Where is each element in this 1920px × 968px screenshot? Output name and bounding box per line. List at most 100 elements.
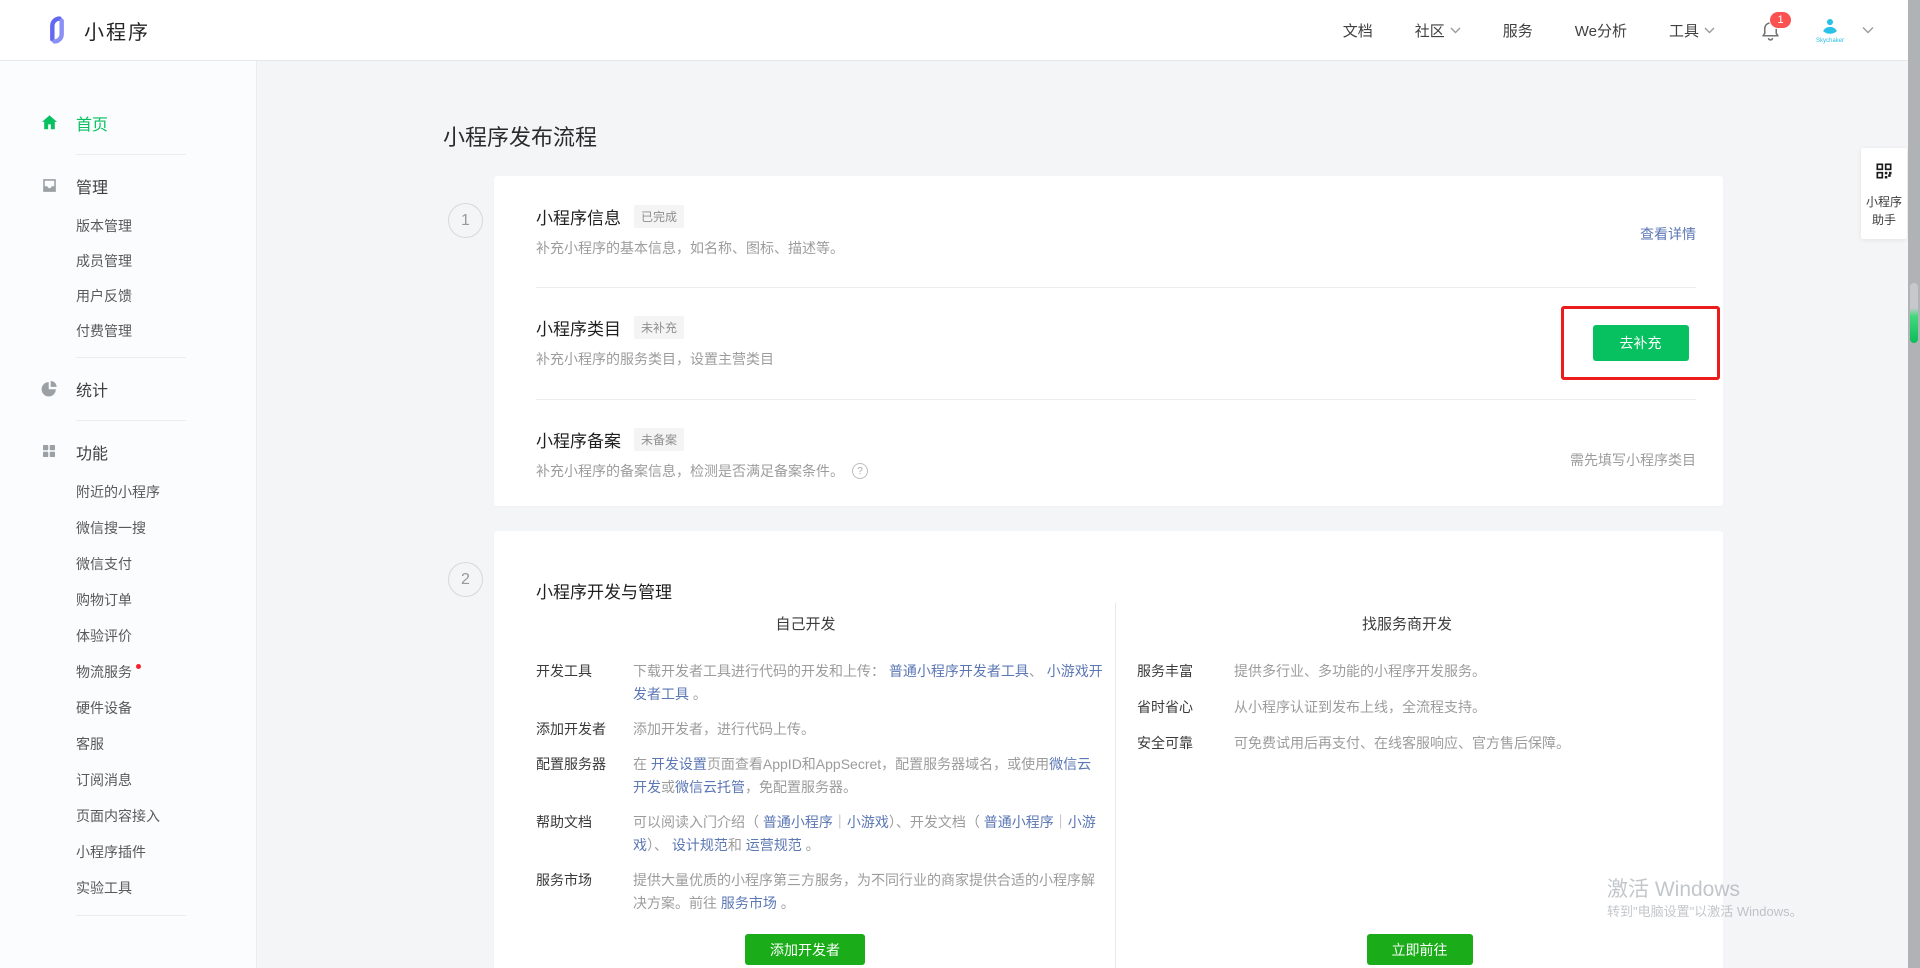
service-row-1: 省时省心从小程序认证到发布上线，全流程支持。 — [1137, 696, 1723, 719]
helper-label-line1: 小程序 — [1861, 193, 1907, 211]
sidebar-item-version-mgmt[interactable]: 版本管理 — [0, 208, 256, 243]
sidebar-item-mini-program-plugins[interactable]: 小程序插件 — [0, 834, 256, 870]
sidebar-item-experiment-tools[interactable]: 实验工具 — [0, 870, 256, 906]
account-name: Skychaker — [1816, 38, 1844, 45]
inline-link[interactable]: 微信云托管 — [675, 779, 745, 795]
service-row-label: 省时省心 — [1137, 696, 1234, 719]
nav-item-docs[interactable]: 文档 — [1343, 20, 1373, 41]
sidebar-item-shopping-orders[interactable]: 购物订单 — [0, 582, 256, 618]
inline-link[interactable]: 普通小程序 — [984, 814, 1054, 830]
sidebar-section-stats[interactable]: 统计 — [0, 367, 256, 411]
sidebar-section-label: 功能 — [76, 440, 108, 464]
sidebar-item-wechat-search[interactable]: 微信搜一搜 — [0, 510, 256, 546]
sidebar-item-user-feedback[interactable]: 用户反馈 — [0, 278, 256, 313]
mini-program-helper-widget[interactable]: 小程序 助手 — [1861, 148, 1907, 239]
go-now-button[interactable]: 立即前往 — [1367, 934, 1473, 965]
self-develop-footer: 添加开发者 — [494, 934, 1116, 965]
sidebar-list-features: 附近的小程序微信搜一搜微信支付购物订单体验评价物流服务硬件设备客服订阅消息页面内… — [0, 474, 256, 906]
add-developer-button[interactable]: 添加开发者 — [745, 934, 865, 965]
dev-row-3: 帮助文档可以阅读入门介绍（ 普通小程序｜小游戏）、开发文档（ 普通小程序｜小游戏… — [536, 811, 1115, 857]
step1-row-title: 小程序信息 — [536, 204, 621, 229]
nav-item-service[interactable]: 服务 — [1503, 20, 1533, 41]
inline-link[interactable]: 普通小程序开发者工具 — [889, 663, 1029, 679]
dev-manage-card: 小程序开发与管理 自己开发 开发工具下载开发者工具进行代码的开发和上传： 普通小… — [494, 531, 1723, 968]
sidebar-item-label: 页面内容接入 — [76, 806, 160, 826]
avatar: Skychaker — [1814, 16, 1846, 45]
dev-row-label: 帮助文档 — [536, 811, 633, 857]
logo[interactable]: 小程序 — [40, 13, 150, 47]
sidebar-section-manage[interactable]: 管理 — [0, 164, 256, 208]
step1-row-head: 小程序备案未备案 — [536, 427, 684, 452]
nav-item-we-analytics[interactable]: We分析 — [1575, 20, 1627, 41]
desc-text: 补充小程序的服务类目，设置主营类目 — [536, 349, 774, 369]
sidebar-item-customer-service[interactable]: 客服 — [0, 726, 256, 762]
status-badge: 已完成 — [634, 205, 684, 228]
sidebar-item-label: 客服 — [76, 734, 104, 754]
helper-label-line2: 助手 — [1861, 211, 1907, 229]
sidebar-item-member-mgmt[interactable]: 成员管理 — [0, 243, 256, 278]
sidebar-item-label: 用户反馈 — [76, 286, 132, 306]
help-icon[interactable]: ? — [852, 463, 868, 479]
top-header: 小程序 文档 社区 服务 We分析 工具 1 Skychaker — [0, 0, 1920, 61]
inline-link[interactable]: 普通小程序 — [763, 814, 833, 830]
sidebar-item-subscribe-messages[interactable]: 订阅消息 — [0, 762, 256, 798]
service-row-label: 服务丰富 — [1137, 660, 1234, 683]
inline-link[interactable]: 运营规范 — [746, 837, 802, 853]
notification-bell-button[interactable]: 1 — [1759, 19, 1782, 42]
step1-row-desc: 补充小程序的备案信息，检测是否满足备案条件。? — [536, 461, 868, 481]
sidebar-item-nearby-mini-programs[interactable]: 附近的小程序 — [0, 474, 256, 510]
scrollbar-thumb[interactable] — [1910, 283, 1918, 343]
divider — [76, 357, 186, 358]
prerequisite-note: 需先填写小程序类目 — [1570, 450, 1696, 470]
sidebar-item-label: 购物订单 — [76, 590, 132, 610]
sidebar-item-experience-review[interactable]: 体验评价 — [0, 618, 256, 654]
divider — [76, 915, 186, 916]
sidebar-item-page-content-access[interactable]: 页面内容接入 — [0, 798, 256, 834]
dev-row-2: 配置服务器在 开发设置页面查看AppID和AppSecret，配置服务器域名，或… — [536, 753, 1115, 799]
publish-steps-card: 小程序信息已完成补充小程序的基本信息，如名称、图标、描述等。查看详情小程序类目未… — [494, 176, 1723, 506]
divider — [536, 399, 1696, 400]
nav-item-community[interactable]: 社区 — [1415, 20, 1461, 41]
inline-link[interactable]: 设计规范 — [672, 837, 728, 853]
dev-row-content: 下载开发者工具进行代码的开发和上传： 普通小程序开发者工具、 小游戏开发者工具 … — [633, 660, 1103, 706]
sidebar-item-label: 物流服务 — [76, 662, 132, 682]
pie-chart-icon — [40, 379, 60, 399]
scrollbar-track[interactable] — [1908, 0, 1920, 968]
inline-link[interactable]: 服务市场 — [721, 895, 777, 911]
home-icon — [40, 113, 60, 133]
view-details-link[interactable]: 查看详情 — [1640, 224, 1696, 244]
divider — [536, 287, 1696, 288]
dev-row-content: 提供大量优质的小程序第三方服务，为不同行业的商家提供合适的小程序解决方案。前往 … — [633, 869, 1103, 915]
sidebar-item-wechat-pay[interactable]: 微信支付 — [0, 546, 256, 582]
service-row-content: 提供多行业、多功能的小程序开发服务。 — [1234, 660, 1664, 683]
sidebar-item-label: 订阅消息 — [76, 770, 132, 790]
highlight-red-box: 去补充 — [1561, 306, 1720, 380]
sidebar-section-features[interactable]: 功能 — [0, 430, 256, 474]
windows-activation-watermark-line2: 转到"电脑设置"以激活 Windows。 — [1607, 901, 1803, 920]
sidebar-item-payment-mgmt[interactable]: 付费管理 — [0, 313, 256, 348]
sidebar-item-logistics-service[interactable]: 物流服务 — [0, 654, 256, 690]
nav-item-tools[interactable]: 工具 — [1669, 20, 1715, 41]
dev-row-label: 添加开发者 — [536, 718, 633, 741]
nav-item-label: 工具 — [1669, 20, 1699, 41]
service-row-label: 安全可靠 — [1137, 732, 1234, 755]
sidebar-item-hardware-devices[interactable]: 硬件设备 — [0, 690, 256, 726]
inline-link[interactable]: 小游戏 — [847, 814, 889, 830]
inline-link[interactable]: 开发设置 — [651, 756, 707, 772]
inline-link[interactable]: 小游戏开发者工具 — [633, 663, 1103, 702]
account-menu[interactable]: Skychaker — [1814, 16, 1874, 45]
go-complete-button[interactable]: 去补充 — [1593, 325, 1689, 361]
step1-row-desc: 补充小程序的服务类目，设置主营类目 — [536, 349, 774, 369]
dev-row-content: 在 开发设置页面查看AppID和AppSecret，配置服务器域名，或使用微信云… — [633, 753, 1103, 799]
qr-code-icon — [1874, 168, 1894, 185]
sidebar-item-label: 付费管理 — [76, 321, 132, 341]
sidebar-section-home[interactable]: 首页 — [0, 101, 256, 145]
dev-row-0: 开发工具下载开发者工具进行代码的开发和上传： 普通小程序开发者工具、 小游戏开发… — [536, 660, 1115, 706]
sidebar-section-label: 统计 — [76, 377, 108, 401]
self-develop-column: 自己开发 开发工具下载开发者工具进行代码的开发和上传： 普通小程序开发者工具、 … — [494, 603, 1116, 968]
self-develop-rows: 开发工具下载开发者工具进行代码的开发和上传： 普通小程序开发者工具、 小游戏开发… — [536, 660, 1115, 915]
sidebar-item-label: 成员管理 — [76, 251, 132, 271]
sidebar-item-label: 体验评价 — [76, 626, 132, 646]
sidebar-item-label: 硬件设备 — [76, 698, 132, 718]
status-badge: 未备案 — [634, 428, 684, 451]
